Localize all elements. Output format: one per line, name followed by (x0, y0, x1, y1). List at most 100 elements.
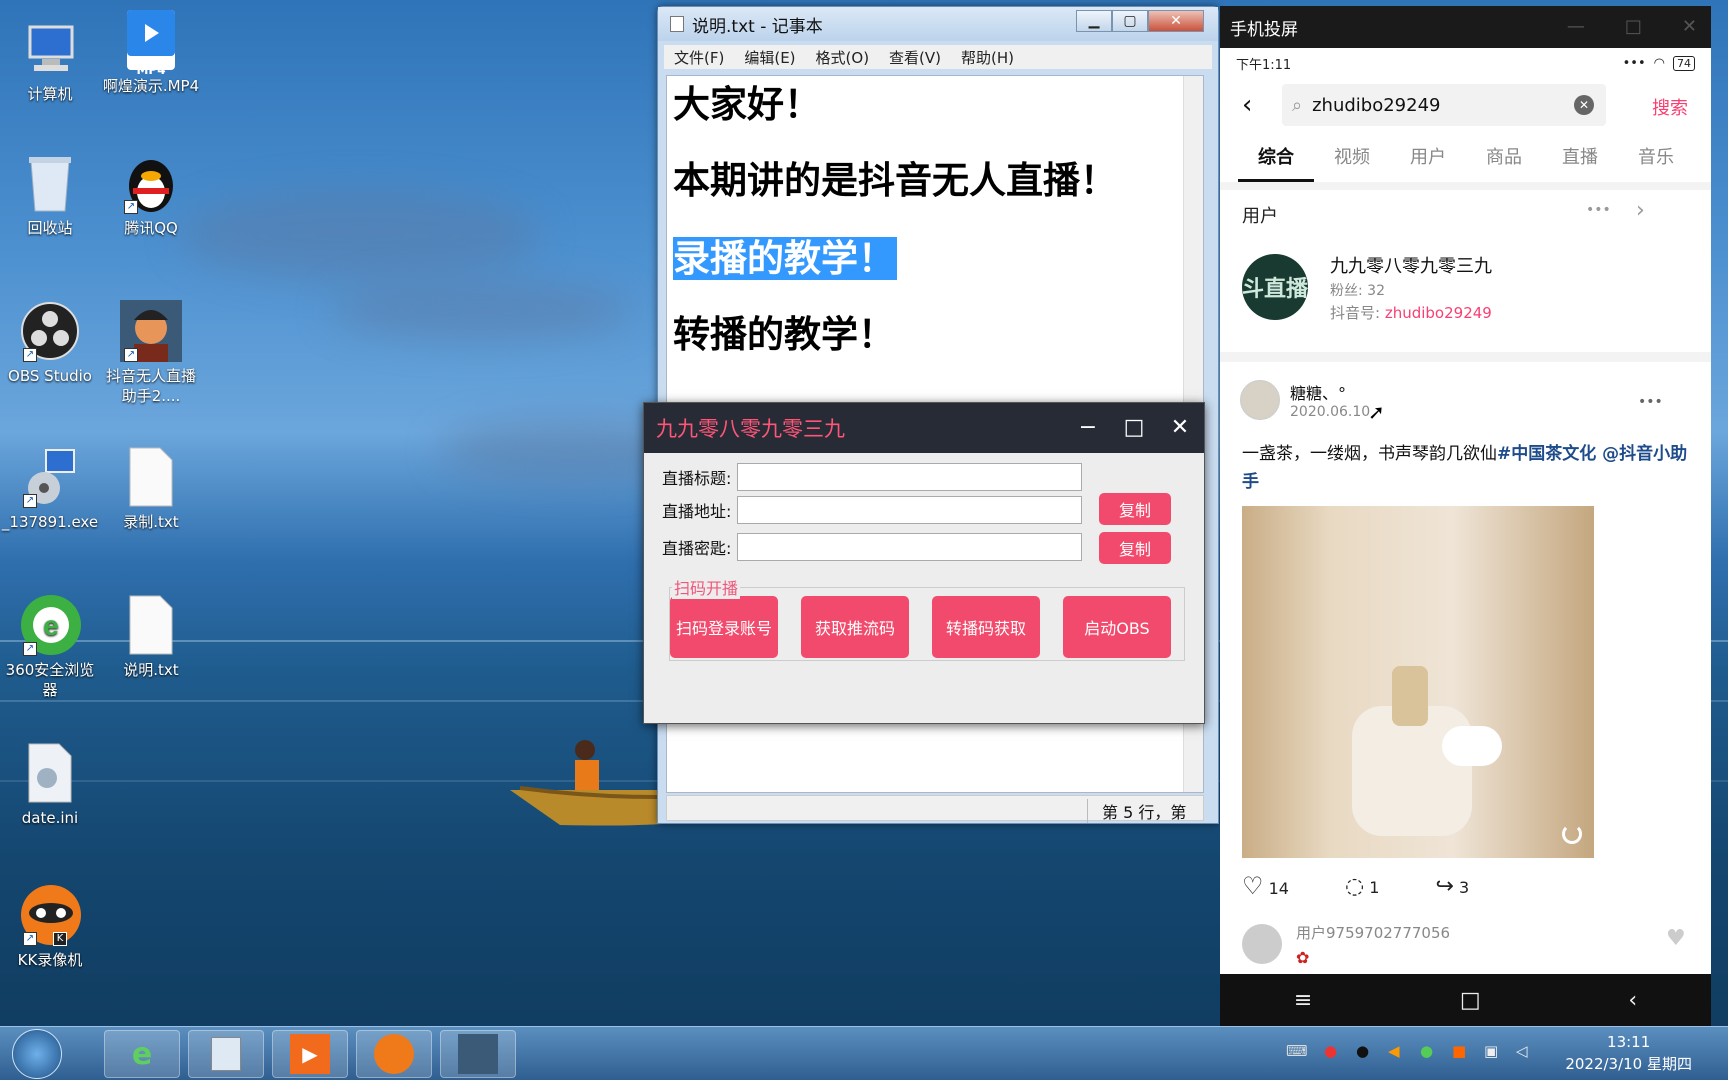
comment-button[interactable]: ◌ 1 (1345, 874, 1379, 899)
user-result[interactable]: 斗直播 九九零八零九零三九 粉丝: 32 抖音号: zhudibo29249 (1220, 242, 1711, 326)
desktop-icon-record-txt[interactable]: 录制.txt (101, 446, 201, 532)
close-button[interactable]: ✕ (1682, 16, 1697, 37)
tab-comprehensive[interactable]: 综合 (1238, 134, 1314, 182)
menu-format[interactable]: 格式(O) (806, 47, 880, 68)
minimize-button[interactable]: − (1076, 415, 1100, 440)
desktop-icon-kk-recorder[interactable]: K ↗ KK录像机 (0, 884, 100, 970)
tool-title: 九九零八零九零三九 (656, 417, 845, 441)
post-date: 2020.06.10 (1290, 404, 1371, 420)
clock-date: 2022/3/10 星期四 (1565, 1055, 1692, 1073)
desktop-icon-label: _137891.exe (1, 513, 99, 531)
share-button[interactable]: ↪ 3 (1435, 874, 1469, 899)
comment-like-icon[interactable]: ♥ (1666, 926, 1686, 951)
network-icon[interactable]: ▣ (1484, 1042, 1498, 1060)
more-options-icon[interactable]: ••• (1586, 202, 1611, 218)
post-more-icon[interactable]: ••• (1638, 394, 1663, 410)
menu-file[interactable]: 文件(F) (664, 47, 734, 68)
desktop-icon-360-browser[interactable]: e ↗ 360安全浏览器 (0, 594, 100, 700)
close-button[interactable]: ✕ (1168, 415, 1192, 440)
tab-users[interactable]: 用户 (1390, 134, 1466, 182)
keyboard-icon[interactable]: ⌨ (1286, 1042, 1308, 1060)
copy-key-button[interactable]: 复制 (1099, 532, 1171, 564)
share-icon: ↪ (1435, 873, 1454, 899)
maximize-button[interactable]: ▢ (1112, 10, 1148, 32)
shortcut-arrow-icon: ↗ (23, 348, 37, 362)
system-clock[interactable]: 13:11 2022/3/10 星期四 (1565, 1031, 1692, 1075)
desktop-icon-douyin-assistant[interactable]: ↗ 抖音无人直播助手2.... (101, 300, 201, 406)
desktop-icon-mp4[interactable]: MP4 啊煌演示.MP4 (101, 10, 201, 96)
desktop-icon-label: 说明.txt (123, 661, 179, 679)
maximize-button[interactable]: □ (1625, 16, 1642, 37)
media-player-icon: ▶ (290, 1034, 330, 1074)
phone-time: 下午1:11 (1236, 57, 1292, 73)
live-url-input[interactable] (737, 496, 1083, 524)
qq-tray-icon[interactable]: ● (1356, 1042, 1369, 1060)
post-video-thumbnail[interactable] (1242, 506, 1594, 858)
user-id: zhudibo29249 (1384, 304, 1492, 322)
tab-music[interactable]: 音乐 (1618, 134, 1694, 182)
close-button[interactable]: ✕ (1148, 10, 1204, 32)
like-button[interactable]: ♡ 14 (1242, 872, 1289, 900)
notepad-icon (211, 1037, 241, 1071)
desktop-icon-readme-txt[interactable]: 说明.txt (101, 594, 201, 680)
menu-icon[interactable]: ≡ (1294, 988, 1312, 1013)
taskbar-360-browser[interactable]: e (104, 1030, 180, 1078)
desktop-icon-obs[interactable]: ↗ OBS Studio (0, 300, 100, 386)
volume-icon[interactable]: ◀ (1388, 1042, 1400, 1060)
desktop-icon-label: 计算机 (27, 85, 73, 103)
desktop-icon-installer[interactable]: ↗ _137891.exe (0, 446, 100, 532)
clear-search-icon[interactable]: ✕ (1574, 95, 1594, 115)
phone-mirror-window[interactable]: 手机投屏 — □ ✕ 下午1:11 ••• ◠ 74 ‹ ⌕ zhudibo29… (1220, 6, 1711, 1026)
post-caption: 一盏茶，一缕烟，书声琴韵几欲仙 (1242, 444, 1497, 464)
security-icon[interactable]: ● (1324, 1042, 1337, 1060)
start-obs-button[interactable]: 启动OBS (1063, 596, 1171, 658)
search-icon: ⌕ (1292, 94, 1303, 116)
taskbar-douyin-assistant[interactable] (440, 1030, 516, 1078)
live-key-input[interactable] (737, 533, 1083, 561)
back-icon[interactable]: ‹ (1242, 90, 1252, 120)
minimize-button[interactable]: ▁ (1076, 10, 1112, 32)
wifi-icon: ◠ (1653, 55, 1665, 71)
browser-tray-icon[interactable]: ● (1420, 1042, 1433, 1060)
post-author[interactable]: 糖糖、° (1290, 380, 1346, 404)
desktop-icon-label: date.ini (21, 809, 79, 827)
get-push-code-button[interactable]: 获取推流码 (801, 596, 909, 658)
back-nav-icon[interactable]: ‹ (1628, 988, 1637, 1013)
sound-mute-icon[interactable]: ◁ (1516, 1042, 1528, 1060)
scan-login-button[interactable]: 扫码登录账号 (670, 596, 778, 658)
maximize-button[interactable]: □ (1122, 415, 1146, 440)
live-assistant-window[interactable]: 九九零八零九零三九 − □ ✕ 直播标题: 直播地址: 直播密匙: 复制 复制 … (643, 402, 1205, 724)
player-tray-icon[interactable]: ■ (1452, 1042, 1466, 1060)
minimize-button[interactable]: — (1567, 16, 1585, 37)
desktop-icon-computer[interactable]: 计算机 (0, 18, 100, 104)
taskbar-notepad[interactable] (188, 1030, 264, 1078)
desktop-icon-date-ini[interactable]: date.ini (0, 742, 100, 828)
menu-edit[interactable]: 编辑(E) (734, 47, 805, 68)
desktop-icon-recycle-bin[interactable]: 回收站 (0, 152, 100, 238)
phone-window-title: 手机投屏 (1230, 19, 1298, 40)
search-input[interactable]: zhudibo29249 (1312, 95, 1440, 116)
copy-url-button[interactable]: 复制 (1099, 493, 1171, 525)
desktop-icon-qq[interactable]: ↗ 腾讯QQ (101, 152, 201, 238)
tab-videos[interactable]: 视频 (1314, 134, 1390, 182)
post-author-avatar[interactable] (1240, 380, 1280, 420)
cursor-position: 第 5 行，第 (1087, 799, 1186, 823)
comment-count: 1 (1369, 877, 1380, 897)
desktop-icon-label: 回收站 (27, 219, 73, 237)
relay-code-button[interactable]: 转播码获取 (932, 596, 1040, 658)
taskbar-kk-recorder[interactable] (356, 1030, 432, 1078)
search-button[interactable]: 搜索 (1652, 94, 1688, 120)
post-text: 一盏茶，一缕烟，书声琴韵几欲仙#中国茶文化 @抖音小助手 (1242, 440, 1688, 496)
menu-help[interactable]: 帮助(H) (951, 47, 1024, 68)
commenter-avatar[interactable] (1242, 924, 1282, 964)
home-icon[interactable]: □ (1460, 988, 1481, 1013)
menu-view[interactable]: 查看(V) (879, 47, 951, 68)
live-title-input[interactable] (737, 463, 1083, 491)
search-tabs: 综合 视频 用户 商品 直播 音乐 (1220, 134, 1711, 182)
search-box[interactable]: ⌕ zhudibo29249 ✕ (1282, 84, 1606, 126)
chevron-right-icon[interactable]: › (1636, 198, 1645, 223)
tab-products[interactable]: 商品 (1466, 134, 1542, 182)
tab-live[interactable]: 直播 (1542, 134, 1618, 182)
start-button[interactable] (12, 1029, 62, 1079)
taskbar-media-player[interactable]: ▶ (272, 1030, 348, 1078)
